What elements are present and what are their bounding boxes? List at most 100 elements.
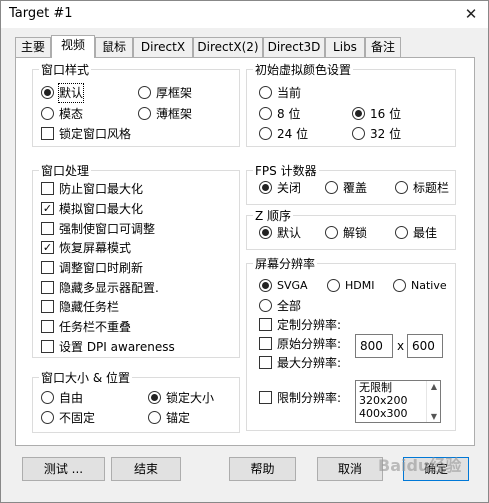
times-label: x	[397, 339, 405, 353]
z-order-group: Z 顺序 默认 解锁 最佳	[246, 207, 456, 250]
checkbox-indicator	[259, 337, 272, 350]
watermark-logo: Baidu经验	[378, 456, 462, 475]
list-scrollbar[interactable]: ▲ ▼	[426, 381, 440, 422]
radio-label: 锚定	[166, 411, 191, 425]
tab-direct3d[interactable]: Direct3D	[263, 37, 325, 57]
checkbox-indicator	[259, 318, 272, 331]
checkbox-label: 最大分辨率:	[277, 356, 342, 370]
radio-indicator	[352, 107, 365, 120]
tab-mouse[interactable]: 鼠标	[95, 37, 133, 57]
radio-indicator	[259, 226, 272, 239]
radio-label: 自由	[59, 391, 84, 405]
window-title: Target #1	[9, 6, 73, 21]
radio-indicator	[393, 279, 406, 292]
screen-resolution-label: 屏幕分辨率	[253, 255, 318, 272]
radio-indicator	[138, 86, 151, 99]
radio-label: 关闭	[277, 181, 302, 195]
radio-indicator	[148, 391, 161, 404]
radio-label: 8 位	[277, 107, 301, 121]
checkbox-label: 模拟窗口最大化	[59, 202, 144, 216]
checkbox-label: 原始分辨率:	[277, 337, 342, 351]
width-input[interactable]: 800	[355, 334, 393, 358]
checkbox-label: 隐藏多显示器配置.	[59, 281, 159, 295]
end-button[interactable]: 结束	[111, 457, 181, 481]
checkbox-label: 调整窗口时刷新	[59, 261, 144, 275]
checkbox-indicator	[41, 300, 54, 313]
radio-indicator	[41, 86, 54, 99]
title-bar: Target #1 ✕	[1, 1, 488, 28]
radio-label: 全部	[277, 299, 302, 313]
radio-label: 薄框架	[156, 107, 193, 121]
checkbox-indicator	[259, 356, 272, 369]
limit-resolution-list[interactable]: 无限制 320x200 400x300 ▲ ▼	[355, 380, 441, 423]
help-button[interactable]: 帮助	[229, 457, 296, 481]
radio-indicator	[41, 411, 54, 424]
radio-label: SVGA	[277, 279, 308, 292]
checkmark-icon: ✓	[41, 241, 54, 254]
checkbox-label: 恢复屏幕模式	[59, 241, 132, 255]
fps-counter-label: FPS 计数器	[253, 162, 319, 179]
window-processing-group: 窗口处理 防止窗口最大化 ✓ 模拟窗口最大化 强制使窗口可调整 ✓ 恢复屏幕模式 调…	[32, 162, 240, 358]
radio-label: 模态	[59, 107, 84, 121]
radio-indicator	[325, 226, 338, 239]
radio-label: 16 位	[370, 107, 402, 121]
checkbox-indicator	[41, 340, 54, 353]
tab-video[interactable]: 视频	[51, 35, 95, 58]
radio-indicator	[395, 226, 408, 239]
tab-directx[interactable]: DirectX	[133, 37, 193, 57]
radio-label: 锁定大小	[166, 391, 215, 405]
radio-label: 标题栏	[413, 181, 450, 195]
radio-label: 当前	[277, 86, 302, 100]
checkbox-indicator	[41, 182, 54, 195]
radio-label: 厚框架	[156, 86, 193, 100]
checkbox-label: 任务栏不重叠	[59, 320, 132, 334]
radio-indicator	[325, 181, 338, 194]
checkbox-indicator	[41, 127, 54, 140]
tab-notes[interactable]: 备注	[365, 37, 401, 57]
radio-indicator	[259, 181, 272, 194]
radio-indicator	[259, 86, 272, 99]
close-icon[interactable]: ✕	[454, 1, 488, 28]
checkbox-label: 锁定窗口风格	[59, 127, 132, 141]
radio-label: 最佳	[413, 226, 438, 240]
virtual-color-label: 初始虚拟颜色设置	[253, 61, 354, 78]
radio-indicator	[352, 127, 365, 140]
checkbox-indicator	[41, 222, 54, 235]
scroll-up-icon[interactable]: ▲	[427, 382, 440, 391]
window-processing-label: 窗口处理	[39, 162, 92, 179]
video-tab-panel: 窗口样式 默认 厚框架 模态 薄框架 锁定窗口风格 初始虚拟颜色设置 当前 8 …	[15, 57, 475, 446]
tab-directx2[interactable]: DirectX(2)	[193, 37, 263, 57]
height-input[interactable]: 600	[407, 334, 443, 358]
scroll-down-icon[interactable]: ▼	[427, 412, 440, 421]
radio-indicator	[41, 391, 54, 404]
checkbox-indicator	[41, 320, 54, 333]
radio-label: 解锁	[343, 226, 368, 240]
radio-indicator	[148, 411, 161, 424]
radio-indicator	[259, 127, 272, 140]
tab-libs[interactable]: Libs	[325, 37, 365, 57]
checkbox-label: 隐藏任务栏	[59, 300, 120, 314]
checkbox-label: 限制分辨率:	[277, 391, 342, 405]
cancel-button[interactable]: 取消	[317, 457, 383, 481]
radio-label: HDMI	[345, 279, 375, 292]
radio-label: 24 位	[277, 127, 309, 141]
dialog-window: Target #1 ✕ 主要 视频 鼠标 DirectX DirectX(2) …	[0, 0, 489, 503]
checkbox-label: 定制分辨率:	[277, 318, 342, 332]
window-size-label: 窗口大小 & 位置	[39, 369, 132, 386]
test-button[interactable]: 测试 ...	[22, 457, 105, 481]
radio-indicator	[41, 107, 54, 120]
radio-label: 32 位	[370, 127, 402, 141]
z-order-label: Z 顺序	[253, 207, 294, 224]
checkbox-label: 防止窗口最大化	[59, 182, 144, 196]
radio-indicator	[327, 279, 340, 292]
virtual-color-group: 初始虚拟颜色设置 当前 8 位 16 位 24 位 32 位	[246, 61, 456, 147]
radio-indicator	[259, 107, 272, 120]
checkmark-icon: ✓	[41, 202, 54, 215]
fps-counter-group: FPS 计数器 关闭 覆盖 标题栏	[246, 162, 456, 205]
radio-label: 默认	[57, 83, 85, 103]
radio-indicator	[138, 107, 151, 120]
window-style-label: 窗口样式	[39, 61, 92, 78]
checkbox-indicator	[41, 261, 54, 274]
radio-indicator	[259, 279, 272, 292]
tab-main[interactable]: 主要	[15, 37, 51, 57]
